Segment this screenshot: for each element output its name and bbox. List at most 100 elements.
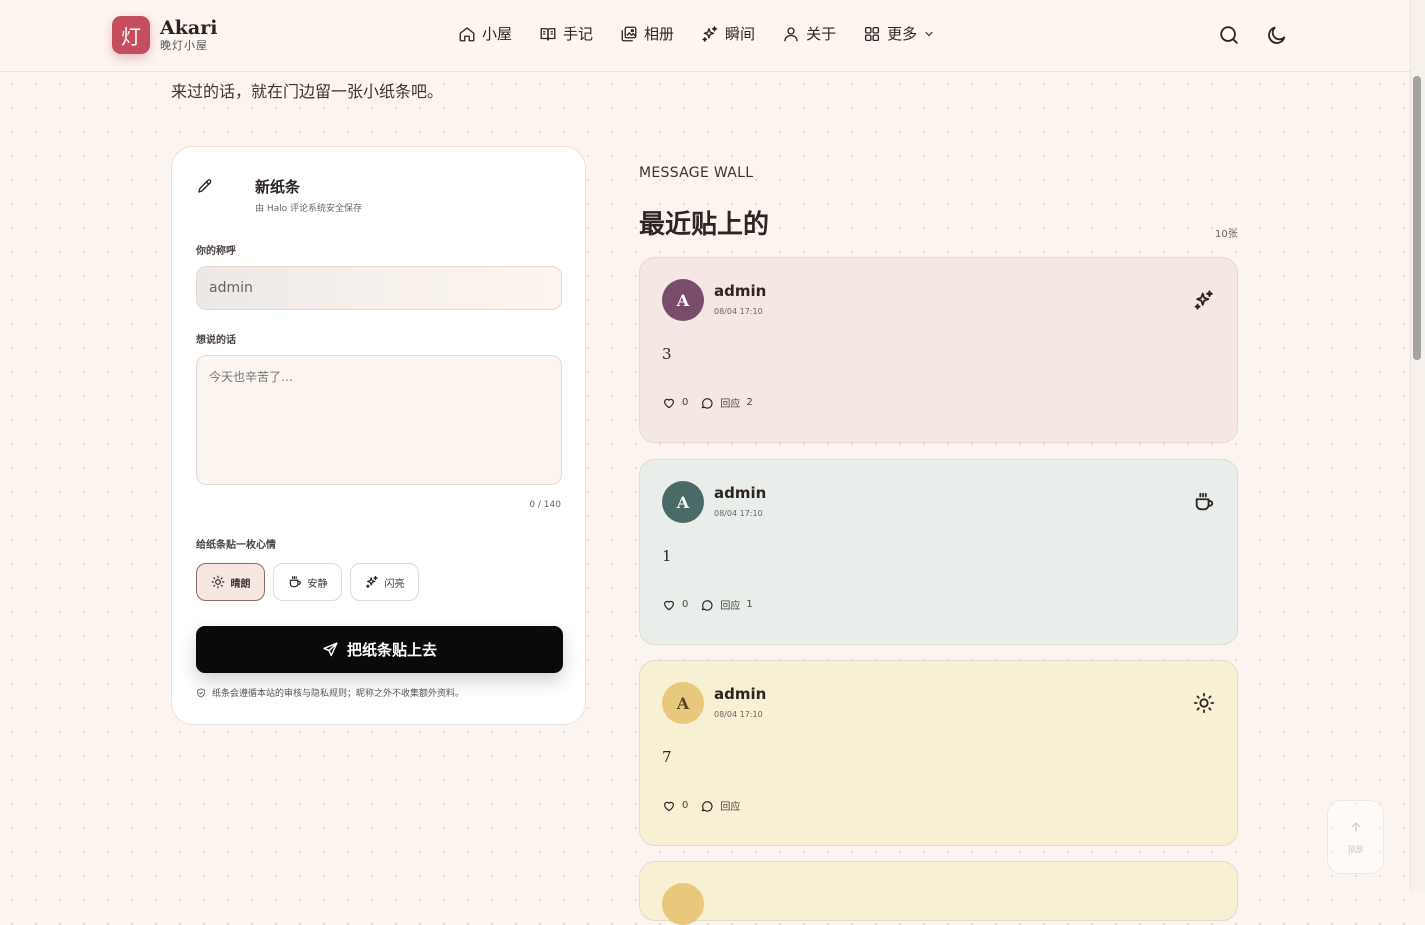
note-actions: 0 回应 1 bbox=[662, 597, 765, 612]
mood-sunny-button[interactable]: 晴朗 bbox=[196, 563, 265, 601]
nav-item-about[interactable]: 关于 bbox=[782, 23, 836, 44]
wall-count: 10张 bbox=[1215, 229, 1238, 240]
submit-note-button[interactable]: 把纸条贴上去 bbox=[196, 626, 563, 673]
privacy-note: 纸条会遵循本站的审核与隐私规则；昵称之外不收集额外资料。 bbox=[196, 686, 464, 699]
note-card-partial bbox=[639, 861, 1238, 925]
nav-label: 更多 bbox=[887, 25, 918, 43]
sun-icon bbox=[211, 575, 224, 589]
note-timestamp: 08/04 17:10 bbox=[714, 710, 763, 719]
like-count: 0 bbox=[682, 800, 689, 811]
grid-icon bbox=[865, 26, 880, 41]
user-icon bbox=[784, 26, 798, 41]
wall-eyebrow: MESSAGE WALL bbox=[639, 165, 754, 181]
reply-button[interactable]: 回应 bbox=[700, 798, 740, 813]
chevron-down-icon bbox=[925, 31, 933, 36]
pencil-icon bbox=[198, 179, 212, 193]
search-icon[interactable] bbox=[1218, 24, 1240, 46]
heart-icon bbox=[664, 600, 674, 610]
name-label: 你的称呼 bbox=[196, 246, 236, 257]
moon-icon[interactable] bbox=[1266, 24, 1288, 46]
book-icon bbox=[540, 27, 556, 41]
page-intro: 来过的话，就在门边留一张小纸条吧。 bbox=[171, 82, 444, 101]
like-button[interactable]: 0 bbox=[662, 598, 688, 612]
note-card: A admin 08/04 17:10 7 0 回应 bbox=[639, 660, 1238, 846]
cup-icon bbox=[1195, 492, 1214, 511]
reply-count: 2 bbox=[746, 397, 753, 408]
main-nav: 小屋 手记 相册 瞬间 关于 更多 bbox=[458, 23, 962, 44]
name-input[interactable]: admin bbox=[196, 266, 562, 310]
back-to-top-button[interactable]: 顶部 bbox=[1327, 800, 1384, 874]
scrollbar-thumb[interactable] bbox=[1413, 76, 1421, 360]
home-icon bbox=[459, 26, 475, 41]
avatar bbox=[662, 883, 704, 925]
reply-button[interactable]: 回应 1 bbox=[700, 597, 753, 612]
reply-label: 回应 bbox=[720, 601, 741, 612]
sparkle-icon bbox=[702, 25, 718, 42]
note-body: 7 bbox=[662, 748, 672, 766]
note-timestamp: 08/04 17:10 bbox=[714, 509, 763, 518]
nav-item-home[interactable]: 小屋 bbox=[458, 23, 512, 44]
avatar: A bbox=[662, 682, 704, 724]
nav-item-gallery[interactable]: 相册 bbox=[620, 23, 674, 44]
reply-label: 回应 bbox=[720, 399, 741, 410]
note-card: A admin 08/04 17:10 1 0 回应 1 bbox=[639, 459, 1238, 645]
nav-label: 瞬间 bbox=[725, 25, 756, 43]
avatar: A bbox=[662, 279, 704, 321]
shield-check-icon bbox=[197, 687, 205, 698]
brand-name: Akari bbox=[160, 17, 218, 39]
mood-label: 给纸条贴一枚心情 bbox=[196, 540, 276, 551]
note-author: admin bbox=[714, 685, 767, 703]
note-actions: 0 回应 2 bbox=[662, 395, 765, 410]
arrow-up-icon bbox=[1351, 821, 1360, 832]
nav-item-more[interactable]: 更多 bbox=[863, 23, 935, 44]
note-body: 1 bbox=[662, 547, 672, 565]
nav-item-moments[interactable]: 瞬间 bbox=[701, 23, 755, 44]
new-note-card: 新纸条 由 Halo 评论系统安全保存 你的称呼 admin 想说的话 0 / … bbox=[171, 146, 586, 725]
cup-icon bbox=[289, 576, 301, 588]
like-button[interactable]: 0 bbox=[662, 799, 688, 813]
nav-label: 小屋 bbox=[482, 25, 513, 43]
privacy-text: 纸条会遵循本站的审核与隐私规则；昵称之外不收集额外资料。 bbox=[212, 689, 465, 699]
sun-icon bbox=[1193, 692, 1215, 714]
sparkle-icon bbox=[365, 575, 378, 589]
sparkle-icon bbox=[1194, 290, 1213, 310]
mood-selector: 晴朗 安静 闪亮 bbox=[196, 563, 427, 601]
heart-icon bbox=[664, 801, 674, 811]
mood-shiny-button[interactable]: 闪亮 bbox=[350, 563, 419, 601]
form-title: 新纸条 bbox=[255, 178, 301, 196]
mood-label-text: 安静 bbox=[307, 578, 328, 590]
comment-icon bbox=[702, 800, 713, 812]
note-timestamp: 08/04 17:10 bbox=[714, 307, 763, 316]
note-actions: 0 回应 bbox=[662, 798, 752, 813]
comment-icon bbox=[702, 599, 713, 611]
submit-label: 把纸条贴上去 bbox=[346, 642, 437, 659]
reply-count: 1 bbox=[746, 599, 753, 610]
brand-text: Akari 晚灯小屋 bbox=[160, 17, 217, 53]
char-counter: 0 / 140 bbox=[529, 500, 561, 510]
heart-icon bbox=[664, 398, 674, 408]
avatar: A bbox=[662, 481, 704, 523]
top-navbar: 灯 Akari 晚灯小屋 小屋 手记 相册 瞬间 关于 更多 bbox=[0, 0, 1410, 72]
reply-button[interactable]: 回应 2 bbox=[700, 395, 753, 410]
like-count: 0 bbox=[682, 397, 689, 408]
brand-logo: 灯 bbox=[112, 16, 150, 54]
gallery-icon bbox=[621, 26, 637, 41]
wall-title: 最近贴上的 bbox=[639, 210, 770, 240]
reply-label: 回应 bbox=[720, 802, 741, 813]
message-textarea[interactable] bbox=[196, 355, 562, 485]
message-label: 想说的话 bbox=[196, 335, 236, 346]
send-icon bbox=[323, 642, 338, 657]
note-author: admin bbox=[714, 484, 767, 502]
mood-quiet-button[interactable]: 安静 bbox=[273, 563, 342, 601]
like-button[interactable]: 0 bbox=[662, 396, 688, 410]
nav-label: 手记 bbox=[563, 25, 594, 43]
note-card: A admin 08/04 17:10 3 0 回应 2 bbox=[639, 257, 1238, 443]
comment-icon bbox=[702, 397, 713, 409]
brand[interactable]: 灯 Akari 晚灯小屋 bbox=[112, 16, 217, 54]
form-subtitle: 由 Halo 评论系统安全保存 bbox=[255, 204, 363, 214]
like-count: 0 bbox=[682, 599, 689, 610]
mood-label-text: 闪亮 bbox=[384, 578, 405, 590]
note-author: admin bbox=[714, 282, 767, 300]
nav-item-notes[interactable]: 手记 bbox=[539, 23, 593, 44]
mood-label-text: 晴朗 bbox=[230, 578, 251, 590]
